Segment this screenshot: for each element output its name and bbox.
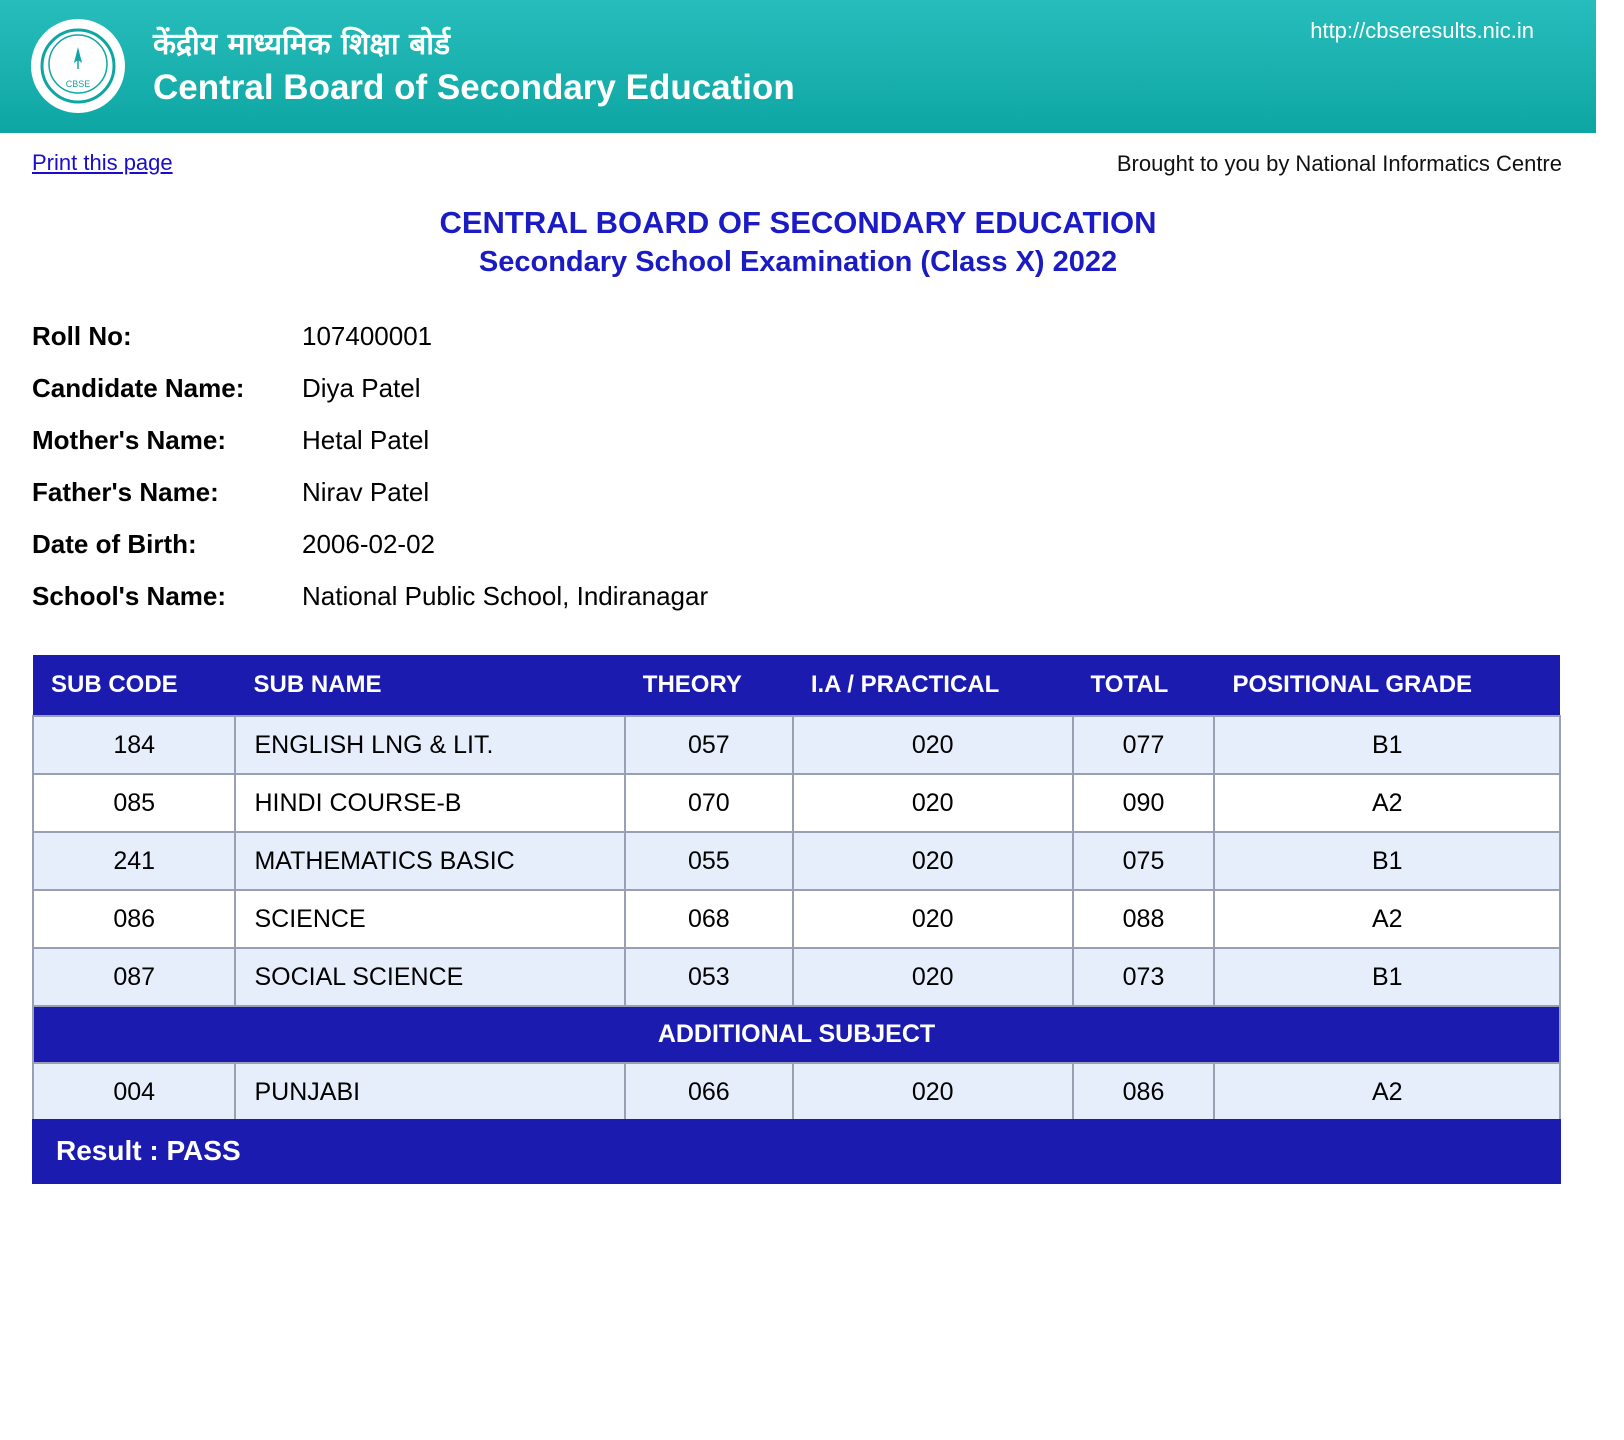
table-row: 086 SCIENCE 068 020 088 A2 — [31, 889, 1561, 949]
grade-cell: A2 — [1213, 773, 1561, 833]
grade-cell: B1 — [1213, 715, 1561, 775]
info-label: School's Name: — [32, 581, 227, 611]
nic-credit: Brought to you by National Informatics C… — [1116, 151, 1562, 176]
column-header: POSITIONAL GRADE — [1214, 655, 1560, 716]
cbse-emblem-icon — [40, 28, 116, 104]
info-label: Date of Birth: — [32, 529, 197, 559]
sub-name-cell: SOCIAL SCIENCE — [234, 947, 626, 1007]
sub-code-cell: 184 — [31, 715, 237, 775]
additional-subject-label: ADDITIONAL SUBJECT — [32, 1005, 1561, 1064]
sub-code-cell: 085 — [31, 773, 237, 833]
practical-cell: 020 — [791, 947, 1074, 1007]
practical-cell: 020 — [791, 1062, 1074, 1122]
site-header: CBSE केंद्रीय माध्यमिक शिक्षा बोर्ड Cent… — [0, 0, 1596, 133]
total-cell: 073 — [1071, 947, 1216, 1007]
column-header: SUB CODE — [33, 655, 236, 716]
theory-cell: 055 — [623, 831, 794, 891]
info-row-mother-name: Mother's Name: Hetal Patel — [32, 417, 932, 469]
total-cell: 086 — [1071, 1062, 1216, 1122]
info-value: National Public School, Indiranagar — [302, 581, 709, 611]
grade-cell: B1 — [1213, 831, 1561, 891]
table-row: 087 SOCIAL SCIENCE 053 020 073 B1 — [31, 947, 1561, 1007]
logo-text: CBSE — [65, 79, 91, 89]
info-label: Mother's Name: — [32, 425, 226, 455]
sub-name-cell: PUNJABI — [234, 1062, 626, 1122]
sub-code-cell: 086 — [31, 889, 237, 949]
english-title: Central Board of Secondary Education — [153, 68, 795, 107]
info-value: Diya Patel — [302, 373, 421, 403]
info-label: Candidate Name: — [32, 373, 245, 403]
table-row: 004 PUNJABI 066 020 086 A2 — [31, 1062, 1561, 1122]
info-value: Hetal Patel — [302, 425, 430, 455]
total-cell: 090 — [1071, 773, 1216, 833]
info-value: 107400001 — [302, 321, 433, 351]
total-cell: 075 — [1071, 831, 1216, 891]
info-row-roll-no: Roll No: 107400001 — [32, 313, 932, 365]
info-value: 2006-02-02 — [302, 529, 435, 559]
sub-code-cell: 241 — [31, 831, 237, 891]
result-text: Result : PASS — [56, 1135, 241, 1166]
practical-cell: 020 — [791, 831, 1074, 891]
practical-cell: 020 — [791, 889, 1074, 949]
info-row-father-name: Father's Name: Nirav Patel — [32, 469, 932, 521]
theory-cell: 070 — [623, 773, 794, 833]
hindi-title: केंद्रीय माध्यमिक शिक्षा बोर्ड — [153, 27, 451, 62]
theory-cell: 053 — [623, 947, 794, 1007]
column-header: I.A / PRACTICAL — [792, 655, 1073, 716]
grade-cell: B1 — [1213, 947, 1561, 1007]
theory-cell: 066 — [623, 1062, 794, 1122]
theory-cell: 057 — [623, 715, 794, 775]
exam-subtitle: Secondary School Examination (Class X) 2… — [478, 246, 1118, 278]
info-label: Roll No: — [32, 321, 132, 351]
table-row: 241 MATHEMATICS BASIC 055 020 075 B1 — [31, 831, 1561, 891]
cbse-logo: CBSE — [31, 19, 125, 113]
candidate-info: Roll No: 107400001 Candidate Name: Diya … — [32, 313, 932, 625]
sub-code-cell: 004 — [31, 1062, 237, 1122]
grade-cell: A2 — [1213, 889, 1561, 949]
info-label: Father's Name: — [32, 477, 219, 507]
page-title: CENTRAL BOARD OF SECONDARY EDUCATION — [439, 205, 1157, 240]
column-header: TOTAL — [1072, 655, 1215, 716]
column-header: SUB NAME — [235, 655, 625, 716]
column-header: THEORY — [624, 655, 793, 716]
result-bar: Result : PASS — [32, 1119, 1561, 1184]
info-row-date-of-birth: Date of Birth: 2006-02-02 — [32, 521, 932, 573]
grade-cell: A2 — [1213, 1062, 1561, 1122]
sub-name-cell: ENGLISH LNG & LIT. — [234, 715, 626, 775]
sub-code-cell: 087 — [31, 947, 237, 1007]
table-row: 184 ENGLISH LNG & LIT. 057 020 077 B1 — [31, 715, 1561, 775]
practical-cell: 020 — [791, 773, 1074, 833]
theory-cell: 068 — [623, 889, 794, 949]
total-cell: 088 — [1071, 889, 1216, 949]
practical-cell: 020 — [791, 715, 1074, 775]
print-page-link[interactable]: Print this page — [32, 150, 173, 176]
sub-name-cell: HINDI COURSE-B — [234, 773, 626, 833]
sub-name-cell: MATHEMATICS BASIC — [234, 831, 626, 891]
additional-subject-header: ADDITIONAL SUBJECT — [32, 1005, 1561, 1064]
info-row-candidate-name: Candidate Name: Diya Patel — [32, 365, 932, 417]
table-header-row: SUB CODE SUB NAME THEORY I.A / PRACTICAL… — [33, 655, 1560, 716]
marks-table: SUB CODE SUB NAME THEORY I.A / PRACTICAL… — [31, 655, 1561, 1122]
sub-name-cell: SCIENCE — [234, 889, 626, 949]
info-value: Nirav Patel — [302, 477, 430, 507]
info-row-school-name: School's Name: National Public School, I… — [32, 573, 932, 625]
site-url: http://cbseresults.nic.in — [1310, 18, 1534, 43]
table-row: 085 HINDI COURSE-B 070 020 090 A2 — [31, 773, 1561, 833]
total-cell: 077 — [1071, 715, 1216, 775]
